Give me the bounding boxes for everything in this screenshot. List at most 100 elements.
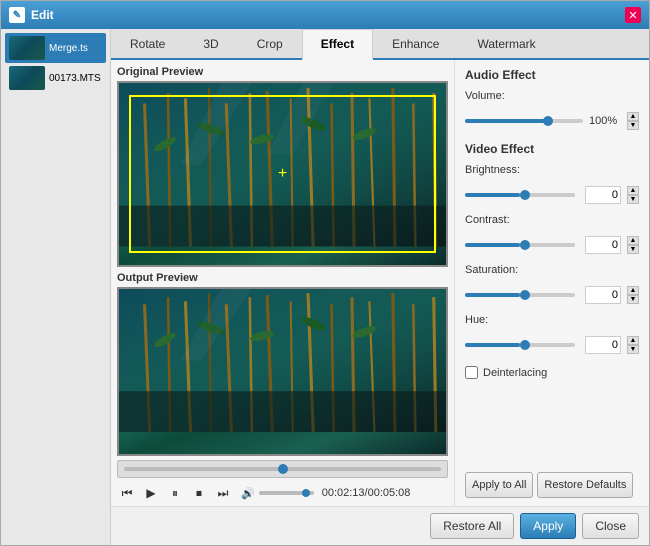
brightness-handle[interactable] [520,190,530,200]
saturation-fill [465,293,520,297]
file-name-merge: Merge.ts [49,43,88,54]
title-bar: ✎ Edit ✕ [1,1,649,29]
volume-slider[interactable] [259,491,314,495]
skip-back-button[interactable]: ⏮ [117,483,137,503]
timeline-thumb[interactable] [278,464,288,474]
contrast-slider-row: ▲ ▼ [465,236,639,254]
contrast-spinner: ▲ ▼ [627,236,639,254]
brightness-up[interactable]: ▲ [627,186,639,195]
stop-button[interactable]: ⏹ [189,483,209,503]
hue-fill [465,343,520,347]
deinterlacing-checkbox[interactable] [465,366,478,379]
volume-track[interactable] [465,119,583,123]
apply-to-all-button[interactable]: Apply to All [465,472,533,498]
output-video-content [119,289,446,454]
deinterlacing-label: Deinterlacing [483,367,547,379]
timeline-bar[interactable] [117,460,448,478]
window-icon: ✎ [9,7,25,23]
skip-forward-button[interactable]: ⏭ [213,483,233,503]
contrast-label: Contrast: [465,214,530,226]
tab-rotate[interactable]: Rotate [111,29,184,60]
bottom-buttons: Restore All Apply Close [111,506,649,545]
editor-area: Original Preview [111,60,649,506]
main-content: Rotate 3D Crop Effect Enhance Watermark … [111,29,649,545]
video-section: Original Preview [111,60,454,506]
brightness-spinner: ▲ ▼ [627,186,639,204]
pause-button[interactable]: ⏸ [165,483,185,503]
brightness-fill [465,193,520,197]
file-name-mts: 00173.MTS [49,73,101,84]
output-video-frame [117,287,448,456]
tab-watermark[interactable]: Watermark [458,29,554,60]
edit-window: ✎ Edit ✕ Merge.ts 00173.MTS Rotate [0,0,650,546]
deinterlacing-row: Deinterlacing [465,366,639,379]
crop-crosshair: + [278,165,287,183]
video-section-title: Video Effect [465,142,639,156]
hue-row: Hue: [465,314,639,326]
contrast-down[interactable]: ▼ [627,245,639,254]
brightness-input[interactable] [585,186,621,204]
play-button[interactable]: ▶ [141,483,161,503]
hue-spinner: ▲ ▼ [627,336,639,354]
controls-bar: ⏮ ▶ ⏸ ⏹ ⏭ 🔊 00:02:13/00:05:08 [117,480,448,506]
restore-all-button[interactable]: Restore All [430,513,514,539]
close-button[interactable]: Close [582,513,639,539]
hue-track[interactable] [465,343,575,347]
volume-spinner: ▲ ▼ [627,112,639,130]
brightness-track[interactable] [465,193,575,197]
original-video-frame: + [117,81,448,267]
volume-up[interactable]: ▲ [627,112,639,121]
timeline-track[interactable] [124,467,441,471]
hue-up[interactable]: ▲ [627,336,639,345]
volume-thumb [302,489,310,497]
audio-section-title: Audio Effect [465,68,639,82]
contrast-up[interactable]: ▲ [627,236,639,245]
brightness-slider-row: ▲ ▼ [465,186,639,204]
time-display: 00:02:13/00:05:08 [322,487,411,499]
contrast-row: Contrast: [465,214,639,226]
effects-panel: Audio Effect Volume: 100% ▲ ▼ [454,60,649,506]
output-preview-label: Output Preview [117,272,448,284]
volume-icon: 🔊 [241,487,255,500]
volume-handle[interactable] [543,116,553,126]
hue-slider-row: ▲ ▼ [465,336,639,354]
contrast-fill [465,243,520,247]
saturation-label: Saturation: [465,264,530,276]
apply-button[interactable]: Apply [520,513,576,539]
tab-crop[interactable]: Crop [238,29,302,60]
contrast-track[interactable] [465,243,575,247]
restore-defaults-button[interactable]: Restore Defaults [537,472,633,498]
brightness-down[interactable]: ▼ [627,195,639,204]
tab-effect[interactable]: Effect [302,29,373,60]
original-video-content: + [119,83,446,265]
file-item-merge[interactable]: Merge.ts [5,33,106,63]
hue-input[interactable] [585,336,621,354]
saturation-slider-row: ▲ ▼ [465,286,639,304]
brightness-label: Brightness: [465,164,530,176]
hue-slider-container [465,343,575,347]
contrast-handle[interactable] [520,240,530,250]
contrast-input[interactable] [585,236,621,254]
volume-slider-row: 100% ▲ ▼ [465,112,639,130]
saturation-handle[interactable] [520,290,530,300]
file-panel: Merge.ts 00173.MTS [1,29,111,545]
volume-value: 100% [589,115,621,127]
saturation-input[interactable] [585,286,621,304]
crop-selection[interactable]: + [129,95,436,253]
close-button[interactable]: ✕ [625,7,641,23]
contrast-slider-container [465,243,575,247]
tab-enhance[interactable]: Enhance [373,29,458,60]
hue-handle[interactable] [520,340,530,350]
saturation-slider-container [465,293,575,297]
volume-row: Volume: [465,90,639,102]
saturation-down[interactable]: ▼ [627,295,639,304]
hue-down[interactable]: ▼ [627,345,639,354]
tab-3d[interactable]: 3D [184,29,237,60]
saturation-up[interactable]: ▲ [627,286,639,295]
file-item-mts[interactable]: 00173.MTS [5,63,106,93]
tabs-bar: Rotate 3D Crop Effect Enhance Watermark [111,29,649,60]
saturation-track[interactable] [465,293,575,297]
original-preview-label: Original Preview [117,66,448,78]
window-title: Edit [31,8,619,22]
volume-down[interactable]: ▼ [627,121,639,130]
